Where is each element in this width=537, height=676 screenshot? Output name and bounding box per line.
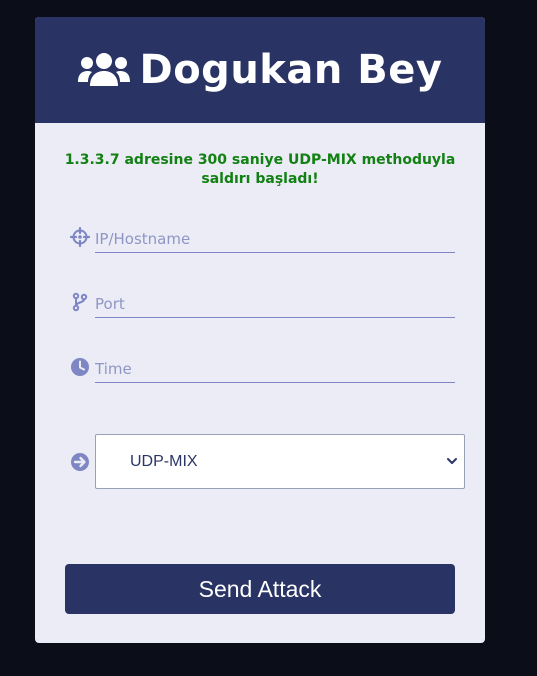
time-input[interactable]	[95, 355, 455, 383]
time-field-row	[70, 351, 455, 387]
users-icon	[77, 53, 130, 86]
header-title-group: Dogukan Bey	[77, 47, 443, 93]
send-attack-button[interactable]: Send Attack	[65, 564, 455, 614]
arrow-circle-right-icon	[71, 453, 89, 471]
page-title: Dogukan Bey	[139, 47, 443, 93]
status-message: 1.3.3.7 adresine 300 saniye UDP-MIX meth…	[64, 152, 456, 187]
chevron-down-icon	[447, 458, 457, 464]
method-select[interactable]: UDP-MIX	[95, 434, 465, 489]
port-input[interactable]	[95, 290, 455, 318]
branch-icon	[72, 292, 88, 312]
attack-form-card: Dogukan Bey 1.3.3.7 adresine 300 saniye …	[35, 17, 485, 643]
method-field-row: UDP-MIX	[70, 434, 465, 489]
card-header: Dogukan Bey	[35, 17, 485, 123]
method-selected-value: UDP-MIX	[130, 452, 198, 470]
clock-icon	[71, 358, 89, 376]
crosshair-icon	[70, 227, 90, 247]
port-field-row	[70, 286, 455, 322]
host-field-row	[70, 221, 455, 257]
host-input[interactable]	[95, 225, 455, 253]
